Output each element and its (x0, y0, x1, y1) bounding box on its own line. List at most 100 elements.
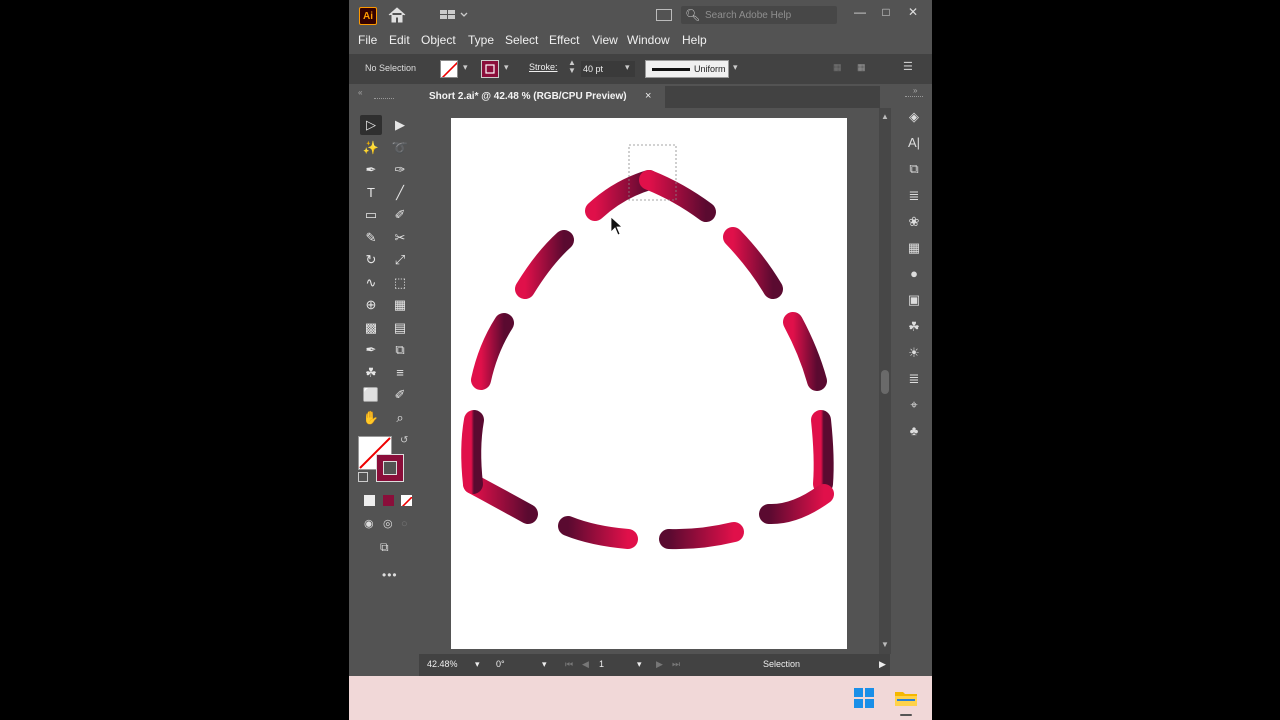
artboard-number[interactable]: 1 (599, 659, 604, 669)
last-artboard-icon[interactable]: ⏭ (672, 659, 680, 670)
stroke-label[interactable]: Stroke: (529, 62, 558, 72)
layers-icon[interactable]: ◈ (905, 108, 923, 126)
path-segment[interactable] (558, 516, 638, 549)
menu-edit[interactable]: Edit (389, 32, 410, 48)
artboard-tool-icon[interactable]: ⬜ (360, 385, 382, 405)
transform-icon[interactable]: ⌖ (905, 396, 923, 414)
rotation-value[interactable]: 0° (496, 659, 505, 669)
shaper-tool-icon[interactable]: ✎ (360, 228, 382, 248)
swatches-icon[interactable]: ▦ (905, 239, 923, 257)
status-menu-icon[interactable]: ▶ (879, 659, 886, 670)
rectangle-tool-icon[interactable]: ▭ (360, 205, 382, 225)
artwork-canvas[interactable] (451, 118, 847, 649)
file-explorer-icon[interactable] (894, 688, 918, 708)
scroll-thumb[interactable] (881, 370, 889, 394)
curvature-tool-icon[interactable]: ✑ (389, 160, 411, 180)
rotation-dropdown-icon[interactable]: ▾ (542, 659, 547, 670)
menu-view[interactable]: View (592, 32, 618, 48)
appearance-icon[interactable]: ☀ (905, 344, 923, 362)
windows-start-icon[interactable] (854, 688, 874, 708)
lasso-icon[interactable]: ➰ (389, 138, 411, 158)
home-icon[interactable] (387, 6, 407, 24)
draw-normal-icon[interactable]: ◉ (364, 518, 376, 530)
variable-width-profile[interactable]: Uniform (645, 60, 729, 78)
transform-options-icon[interactable]: ▦ (857, 62, 866, 73)
symbols-icon[interactable]: ☘ (905, 318, 923, 336)
arrange-documents-icon[interactable] (656, 9, 672, 21)
menu-select[interactable]: Select (505, 32, 538, 48)
color-mode-icon[interactable] (364, 495, 375, 506)
shape-builder-icon[interactable]: ⊕ (360, 295, 382, 315)
fill-swatch[interactable] (440, 60, 458, 78)
slice-tool-icon[interactable]: ✐ (389, 385, 411, 405)
hand-tool-icon[interactable]: ✋ (360, 408, 382, 428)
perspective-grid-icon[interactable]: ▦ (389, 295, 411, 315)
vertical-scrollbar[interactable]: ▲ ▼ (879, 108, 891, 654)
stroke-stepper-icon[interactable]: ▲ ▼ (568, 59, 576, 75)
path-segment[interactable] (759, 484, 834, 525)
path-segment[interactable] (515, 230, 574, 299)
screen-mode-icon[interactable]: ⧉ (380, 540, 389, 555)
menu-object[interactable]: Object (421, 32, 456, 48)
stroke-color-box[interactable] (376, 454, 404, 482)
type-tool-icon[interactable]: T (360, 183, 382, 203)
path-segment[interactable] (783, 312, 827, 391)
next-artboard-icon[interactable]: ▶ (656, 659, 663, 670)
libraries-icon[interactable]: ⧉ (905, 160, 923, 178)
dashed-reuleaux-path[interactable] (461, 170, 834, 550)
gradient-mode-icon[interactable] (383, 495, 394, 506)
pen-tool-icon[interactable]: ✒ (360, 160, 382, 180)
magic-wand-icon[interactable]: ✨ (360, 138, 382, 158)
collapse-panel-icon[interactable]: « (358, 88, 362, 97)
gradient-tool-icon[interactable]: ▤ (389, 318, 411, 338)
scroll-up-icon[interactable]: ▲ (881, 112, 889, 121)
stroke-icon[interactable]: ▣ (905, 291, 923, 309)
symbol-sprayer-icon[interactable]: ☘ (360, 363, 382, 383)
first-artboard-icon[interactable]: ⏮ (565, 659, 573, 670)
path-segment[interactable] (659, 522, 744, 550)
artboard[interactable] (451, 118, 847, 649)
restore-button[interactable]: □ (875, 3, 897, 21)
artboard-dropdown-icon[interactable]: ▾ (637, 659, 642, 670)
path-segment[interactable] (471, 313, 514, 390)
workspace-switcher-icon[interactable] (439, 8, 469, 22)
scissors-icon[interactable]: ✂ (389, 228, 411, 248)
draw-inside-icon[interactable]: ○ (401, 518, 413, 530)
fill-dropdown-icon[interactable]: ▾ (463, 62, 468, 73)
character-icon[interactable]: A| (905, 134, 923, 152)
align-options-icon[interactable]: ▦ (833, 62, 842, 73)
previous-artboard-icon[interactable]: ◀ (582, 659, 589, 670)
eyedropper-icon[interactable]: ✒ (360, 340, 382, 360)
blend-tool-icon[interactable]: ⧉ (389, 340, 411, 360)
profile-dropdown-icon[interactable]: ▾ (733, 62, 738, 73)
document-tab[interactable]: Short 2.ai* @ 42.48 % (RGB/CPU Preview) … (419, 86, 665, 108)
club-icon[interactable]: ♣ (905, 422, 923, 440)
menu-effect[interactable]: Effect (549, 32, 579, 48)
menu-window[interactable]: Window (627, 32, 670, 48)
dock-grip[interactable] (905, 96, 923, 99)
menu-type[interactable]: Type (468, 32, 494, 48)
graph-tool-icon[interactable]: ≡ (389, 363, 411, 383)
scale-tool-icon[interactable]: ⤢ (389, 250, 411, 270)
search-box[interactable]: 🔍︎ (681, 6, 837, 24)
path-segment[interactable] (461, 410, 484, 494)
zoom-tool-icon[interactable]: ⌕ (389, 408, 411, 428)
none-mode-icon[interactable] (401, 495, 412, 506)
free-transform-icon[interactable]: ⬚ (389, 273, 411, 293)
rotate-tool-icon[interactable]: ↻ (360, 250, 382, 270)
zoom-dropdown-icon[interactable]: ▾ (475, 659, 480, 670)
brushes-icon[interactable]: ● (905, 265, 923, 283)
direct-selection-tool-icon[interactable]: ▶ (389, 115, 411, 135)
scroll-down-icon[interactable]: ▼ (881, 640, 889, 649)
paintbrush-icon[interactable]: ✐ (389, 205, 411, 225)
path-segment[interactable] (723, 227, 783, 299)
current-tool-status[interactable]: Selection (763, 659, 800, 669)
canvas-area[interactable] (419, 108, 880, 654)
zoom-level[interactable]: 42.48% (427, 659, 458, 669)
stroke-weight-dropdown-icon[interactable]: ▾ (625, 62, 630, 73)
swap-colors-icon[interactable]: ↺ (400, 435, 408, 446)
draw-behind-icon[interactable]: ◎ (383, 518, 395, 530)
stroke-swatch[interactable] (481, 60, 499, 78)
minimize-button[interactable]: — (849, 3, 871, 21)
edit-toolbar-icon[interactable]: ••• (382, 568, 398, 582)
